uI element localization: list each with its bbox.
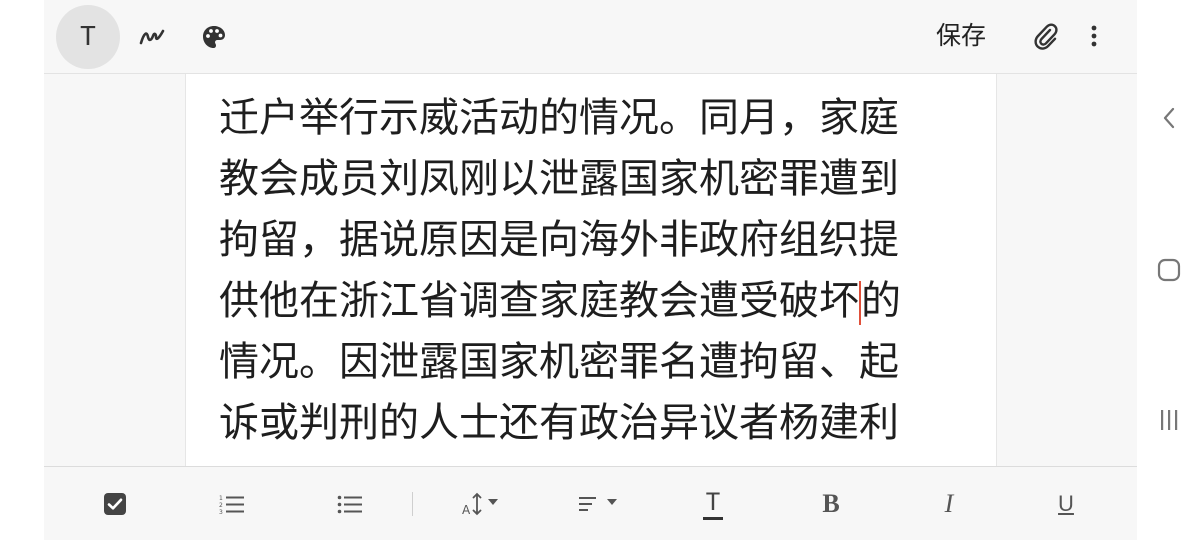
text-before-cursor: 供他在浙江省调查家庭教会遭受破坏 [219,278,859,324]
handwriting-button[interactable] [120,5,184,69]
checkbox-icon [104,493,126,515]
home-icon [1157,258,1181,282]
text-line: 拘留，据说原因是向海外非政府组织提 [219,217,899,263]
more-options-button[interactable] [1080,18,1108,54]
home-button[interactable] [1153,254,1185,286]
text-line: 迁户举行示威活动的情况。同月，家庭 [219,95,899,141]
alignment-button[interactable] [579,486,625,522]
bold-button[interactable]: B [818,486,844,522]
svg-text:2: 2 [219,502,223,509]
font-size-icon: A [462,492,498,517]
toolbar-divider [412,492,413,516]
top-toolbar: T 保存 [44,0,1137,74]
back-icon [1163,107,1175,129]
bold-icon: B [822,489,840,518]
bullet-list-button[interactable] [335,486,365,522]
text-style-icon: T [705,487,721,516]
checkbox-button[interactable] [100,486,130,522]
bullet-list-icon [337,495,362,514]
text-after-cursor: 的 [861,278,901,324]
screen: 迁户举行示威活动的情况。同月，家庭 教会成员刘凤刚以泄露国家机密罪遭到 拘留，据… [0,0,1200,540]
text-style-button[interactable]: T [700,486,726,522]
recents-button[interactable] [1153,404,1185,436]
recents-icon [1161,410,1178,430]
palette-button[interactable] [182,5,246,69]
text-line-with-cursor: 供他在浙江省调查家庭教会遭受破坏的 [219,271,979,332]
italic-icon: I [944,489,954,518]
pen-icon [139,29,165,45]
text-style-underline [703,516,723,520]
more-vertical-icon [1091,25,1097,47]
svg-text:1: 1 [219,495,223,502]
note-page[interactable]: 迁户举行示威活动的情况。同月，家庭 教会成员刘凤刚以泄露国家机密罪遭到 拘留，据… [185,0,997,540]
italic-button[interactable]: I [936,486,962,522]
palette-icon [203,26,225,48]
underline-button[interactable]: U [1053,486,1079,522]
font-size-button[interactable]: A [462,486,508,522]
format-toolbar: 1 2 3 A T B I U [44,466,1137,540]
svg-text:A: A [462,503,471,517]
save-button[interactable]: 保存 [936,18,986,54]
paperclip-icon [1034,23,1058,50]
text-line: 情况。因泄露国家机密罪名遭拘留、起 [219,339,899,385]
svg-text:3: 3 [219,509,223,516]
attach-button[interactable] [1028,18,1064,54]
align-icon [579,497,617,511]
text-line: 教会成员刘凤刚以泄露国家机密罪遭到 [219,156,899,202]
note-body[interactable]: 迁户举行示威活动的情况。同月，家庭 教会成员刘凤刚以泄露国家机密罪遭到 拘留，据… [219,27,979,515]
numbered-list-icon: 1 2 3 [219,495,244,516]
text-mode-button[interactable]: T [56,5,120,69]
numbered-list-button[interactable]: 1 2 3 [217,486,247,522]
text-line: 诉或判刑的人士还有政治异议者杨建利 [219,400,899,446]
system-navigation-bar [1137,0,1200,540]
note-editor: 迁户举行示威活动的情况。同月，家庭 教会成员刘凤刚以泄露国家机密罪遭到 拘留，据… [44,0,1137,540]
underline-icon: U [1058,491,1074,516]
back-button[interactable] [1153,102,1185,134]
text-mode-icon: T [80,22,96,52]
